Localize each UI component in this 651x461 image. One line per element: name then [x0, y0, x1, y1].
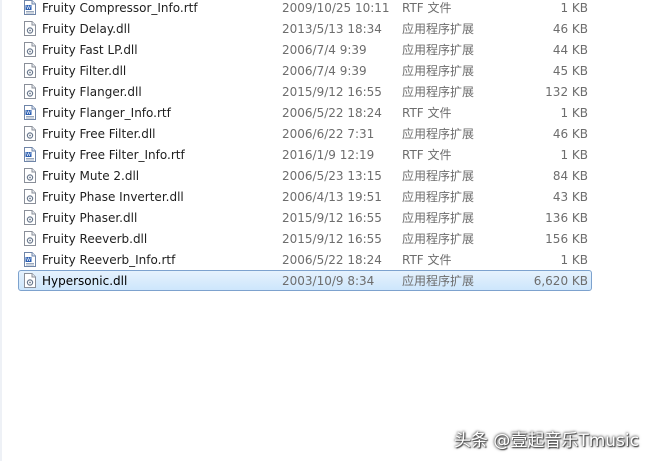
file-name: Fruity Free Filter_Info.rtf [42, 148, 185, 162]
file-row[interactable]: Fruity Free Filter.dll 2006/6/22 7:31 应用程序… [18, 123, 592, 144]
file-name: Fruity Mute 2.dll [42, 169, 140, 183]
file-date-modified: 2006/5/22 18:24 [282, 253, 382, 267]
file-size: 46 KB [552, 22, 588, 36]
file-date-modified: 2006/5/22 18:24 [282, 106, 382, 120]
file-name: Fruity Reeverb.dll [42, 232, 148, 246]
file-row[interactable]: W Fruity Reeverb_Info.rtf 2006/5/22 18:24 R… [18, 249, 592, 270]
file-size: 45 KB [552, 64, 588, 78]
file-type: 应用程序扩展 [402, 169, 475, 183]
dll-file-icon [24, 63, 36, 78]
file-type: 应用程序扩展 [402, 64, 475, 78]
file-name: Fruity Phase Inverter.dll [42, 190, 184, 204]
file-size: 84 KB [552, 169, 588, 183]
file-name: Fruity Reeverb_Info.rtf [42, 253, 176, 267]
file-type: RTF 文件 [402, 253, 452, 267]
file-date-modified: 2015/9/12 16:55 [282, 211, 382, 225]
file-date-modified: 2013/5/13 18:34 [282, 22, 382, 36]
dll-file-icon [24, 84, 36, 99]
file-row[interactable]: Hypersonic.dll 2003/10/9 8:34 应用程序扩展 6,620 … [18, 270, 592, 291]
file-size: 1 KB [560, 1, 588, 15]
file-row[interactable]: Fruity Reeverb.dll 2015/9/12 16:55 应用程序扩展 1… [18, 228, 592, 249]
rtf-document-icon: W [24, 252, 36, 267]
file-size: 1 KB [560, 148, 588, 162]
file-type: 应用程序扩展 [402, 211, 475, 225]
file-row[interactable]: W Fruity Flanger_Info.rtf 2006/5/22 18:24 R… [18, 102, 592, 123]
file-name: Fruity Filter.dll [42, 64, 127, 78]
file-size: 6,620 KB [533, 274, 588, 288]
svg-text:W: W [26, 257, 31, 263]
file-name: Fruity Fast LP.dll [42, 43, 138, 57]
svg-text:W: W [26, 152, 31, 158]
dll-file-icon [24, 273, 36, 288]
file-row[interactable]: W Fruity Free Filter_Info.rtf 2016/1/9 12:… [18, 144, 592, 165]
file-date-modified: 2006/7/4 9:39 [282, 64, 367, 78]
dll-file-icon [24, 21, 36, 36]
file-type: RTF 文件 [402, 148, 452, 162]
svg-text:W: W [26, 110, 31, 116]
file-row[interactable]: Fruity Fast LP.dll 2006/7/4 9:39 应用程序扩展 44 … [18, 39, 592, 60]
file-row[interactable]: Fruity Filter.dll 2006/7/4 9:39 应用程序扩展 45 K… [18, 60, 592, 81]
file-type: 应用程序扩展 [402, 232, 475, 246]
file-size: 44 KB [552, 43, 588, 57]
dll-file-icon [24, 189, 36, 204]
file-size: 156 KB [545, 232, 588, 246]
file-size: 43 KB [552, 190, 588, 204]
file-type: 应用程序扩展 [402, 190, 475, 204]
file-name: Fruity Flanger_Info.rtf [42, 106, 171, 120]
file-row[interactable]: Fruity Mute 2.dll 2006/5/23 13:15 应用程序扩展 84… [18, 165, 592, 186]
file-name: Fruity Phaser.dll [42, 211, 138, 225]
file-list: W Fruity Compressor_Info.rtf 2009/10/25 10… [0, 0, 651, 461]
file-row[interactable]: Fruity Phase Inverter.dll 2006/4/13 19:51… [18, 186, 592, 207]
watermark: 头条 @壹起音乐Tmusic [453, 431, 639, 451]
file-type: 应用程序扩展 [402, 85, 475, 99]
rtf-document-icon: W [24, 105, 36, 120]
file-name: Fruity Delay.dll [42, 22, 131, 36]
file-row[interactable]: Fruity Delay.dll 2013/5/13 18:34 应用程序扩展 46 … [18, 18, 592, 39]
dll-file-icon [24, 126, 36, 141]
file-size: 1 KB [560, 106, 588, 120]
file-type: RTF 文件 [402, 106, 452, 120]
file-row[interactable]: W Fruity Compressor_Info.rtf 2009/10/25 10… [18, 0, 592, 18]
file-name: Hypersonic.dll [42, 274, 128, 288]
file-row[interactable]: Fruity Flanger.dll 2015/9/12 16:55 应用程序扩展 1… [18, 81, 592, 102]
svg-text:W: W [26, 5, 31, 11]
file-size: 132 KB [545, 85, 588, 99]
file-size: 46 KB [552, 127, 588, 141]
file-date-modified: 2009/10/25 10:11 [282, 1, 390, 15]
file-size: 136 KB [545, 211, 588, 225]
dll-file-icon [24, 231, 36, 246]
dll-file-icon [24, 168, 36, 183]
file-date-modified: 2015/9/12 16:55 [282, 85, 382, 99]
file-name: Fruity Free Filter.dll [42, 127, 156, 141]
file-date-modified: 2003/10/9 8:34 [282, 274, 375, 288]
file-date-modified: 2006/7/4 9:39 [282, 43, 367, 57]
file-date-modified: 2016/1/9 12:19 [282, 148, 375, 162]
file-type: 应用程序扩展 [402, 127, 475, 141]
file-type: 应用程序扩展 [402, 43, 475, 57]
file-type: RTF 文件 [402, 1, 452, 15]
dll-file-icon [24, 210, 36, 225]
dll-file-icon [24, 42, 36, 57]
list-left-edge [0, 0, 2, 461]
file-date-modified: 2015/9/12 16:55 [282, 232, 382, 246]
file-type: 应用程序扩展 [402, 274, 475, 288]
file-name: Fruity Flanger.dll [42, 85, 142, 99]
file-row[interactable]: Fruity Phaser.dll 2015/9/12 16:55 应用程序扩展 13… [18, 207, 592, 228]
file-date-modified: 2006/6/22 7:31 [282, 127, 375, 141]
rtf-document-icon: W [24, 0, 36, 15]
file-date-modified: 2006/4/13 19:51 [282, 190, 382, 204]
file-type: 应用程序扩展 [402, 22, 475, 36]
rtf-document-icon: W [24, 147, 36, 162]
file-name: Fruity Compressor_Info.rtf [42, 1, 198, 15]
file-size: 1 KB [560, 253, 588, 267]
file-date-modified: 2006/5/23 13:15 [282, 169, 382, 183]
